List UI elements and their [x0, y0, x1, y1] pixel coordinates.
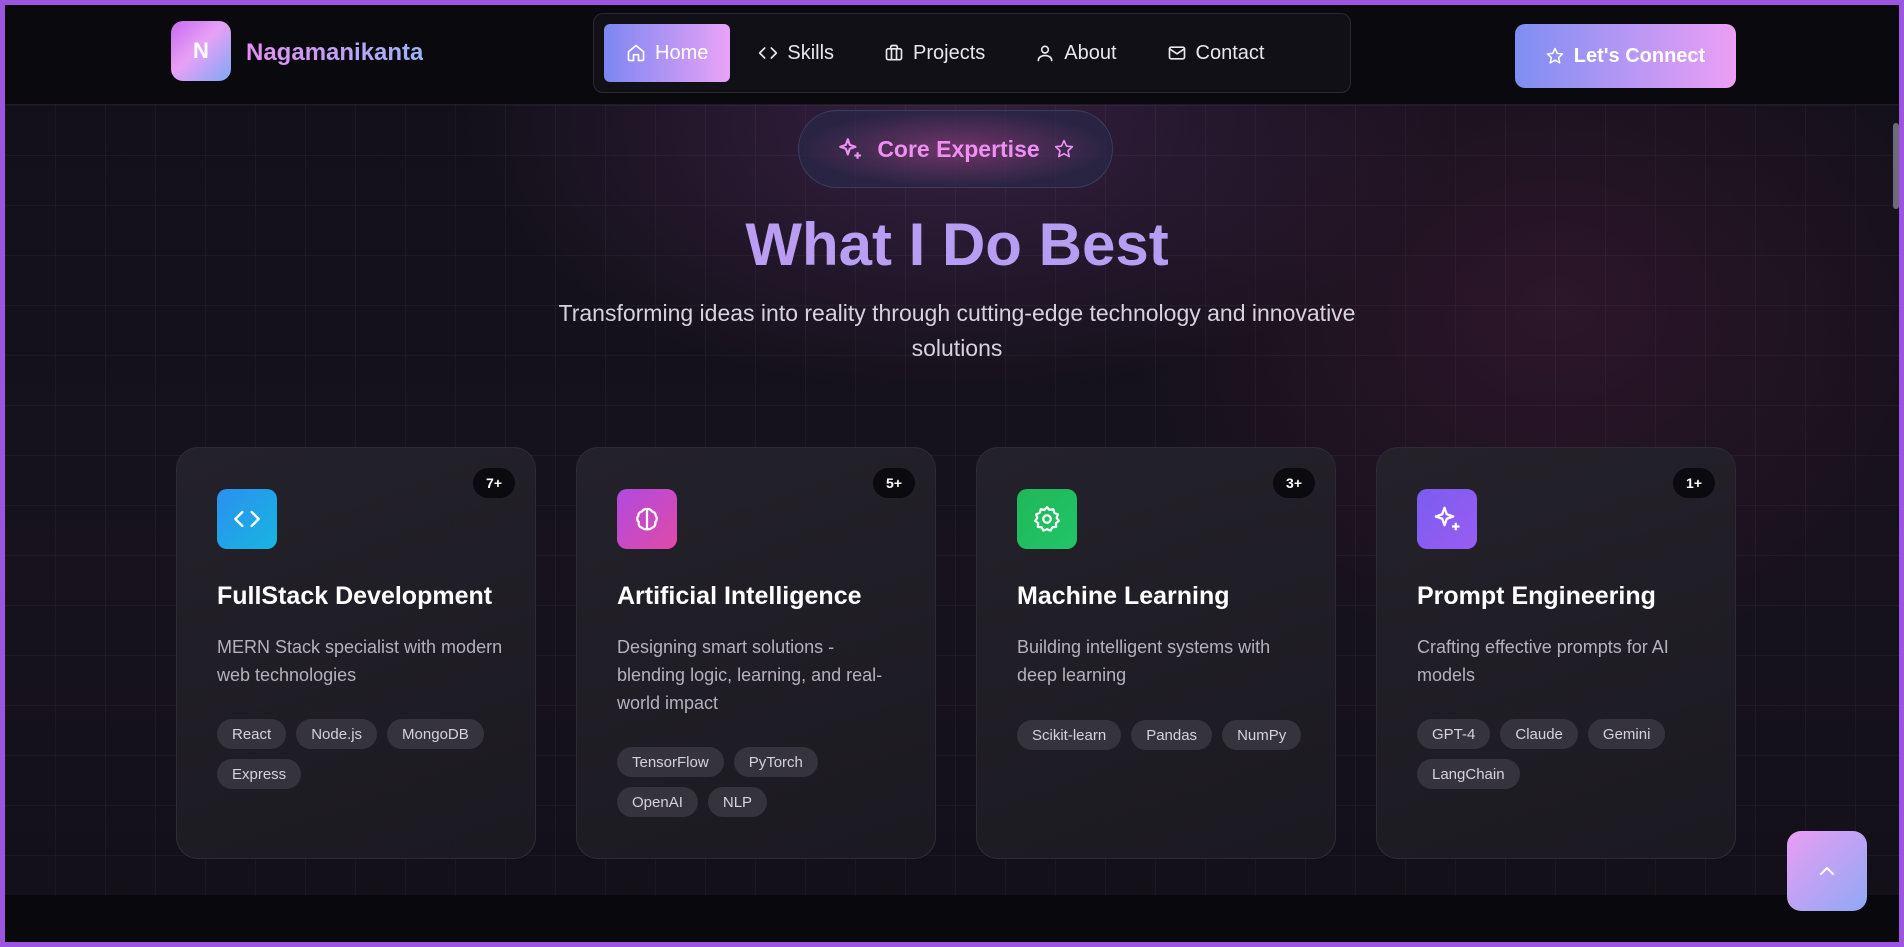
- card-description: Designing smart solutions - blending log…: [617, 637, 883, 713]
- tag: TensorFlow: [617, 747, 724, 777]
- star-icon: [1054, 139, 1073, 158]
- tag: MongoDB: [387, 719, 484, 749]
- main-nav: Home Skills Projects About Contact: [593, 13, 1351, 93]
- nav-item-skills[interactable]: Skills: [736, 24, 856, 82]
- brain-icon: [636, 507, 658, 531]
- card-title: Machine Learning: [1017, 582, 1230, 610]
- briefcase-icon: [885, 44, 903, 61]
- nav-item-home[interactable]: Home: [604, 24, 731, 82]
- nav-item-label: Projects: [913, 41, 986, 64]
- nav-item-about[interactable]: About: [1013, 24, 1138, 82]
- tag: PyTorch: [733, 747, 818, 777]
- core-expertise-badge: Core Expertise: [798, 110, 1113, 188]
- scroll-to-top-button[interactable]: [1787, 831, 1867, 911]
- tag: NumPy: [1222, 720, 1302, 750]
- card-icon-box: [1417, 489, 1477, 549]
- brand-name[interactable]: Nagamanikanta: [246, 39, 423, 67]
- section-title: What I Do Best: [5, 210, 1899, 279]
- user-icon: [1037, 45, 1053, 62]
- tag: NLP: [707, 787, 768, 817]
- code-icon: [234, 510, 260, 528]
- nav-item-label: About: [1064, 41, 1117, 64]
- page-scrollbar[interactable]: [1893, 123, 1899, 209]
- card-title: Prompt Engineering: [1417, 582, 1656, 610]
- tag: GPT-4: [1417, 719, 1491, 749]
- card-icon-box: [217, 489, 277, 549]
- cta-label: Let's Connect: [1573, 44, 1706, 67]
- skill-card-ml[interactable]: 3+ Machine Learning Building intelligent…: [976, 447, 1336, 859]
- tag-list: Scikit-learn Pandas NumPy: [1017, 720, 1307, 750]
- mail-icon: [1168, 46, 1185, 60]
- nav-item-projects[interactable]: Projects: [862, 24, 1007, 82]
- card-description: Crafting effective prompts for AI models: [1417, 637, 1669, 685]
- page-frame: N Nagamanikanta Home Skills Projects Abo…: [0, 0, 1904, 947]
- tag: OpenAI: [617, 787, 698, 817]
- experience-count-badge: 3+: [1273, 468, 1315, 498]
- code-icon: [759, 47, 778, 59]
- footer-strip: [5, 895, 1899, 942]
- nav-item-label: Skills: [787, 41, 835, 64]
- section-subtitle: Transforming ideas into reality through …: [558, 300, 1356, 361]
- experience-count-badge: 5+: [873, 468, 915, 498]
- nav-item-label: Home: [655, 41, 709, 64]
- experience-count-badge: 7+: [473, 468, 515, 498]
- gear-icon: [1034, 506, 1060, 532]
- skill-card-ai[interactable]: 5+ Artificial Intelligence Designing sma…: [576, 447, 936, 859]
- card-description: MERN Stack specialist with modern web te…: [217, 637, 503, 685]
- experience-count-badge: 1+: [1673, 468, 1715, 498]
- logo-badge[interactable]: N: [171, 21, 231, 81]
- sparkles-icon: [839, 138, 862, 159]
- skill-card-fullstack[interactable]: 7+ FullStack Development MERN Stack spec…: [176, 447, 536, 859]
- tag: Pandas: [1131, 720, 1213, 750]
- tag-list: TensorFlow PyTorch OpenAI NLP: [617, 747, 907, 817]
- card-icon-box: [617, 489, 677, 549]
- home-icon: [627, 44, 645, 62]
- nav-item-label: Contact: [1195, 41, 1265, 64]
- badge-label: Core Expertise: [877, 135, 1040, 162]
- sparkles-icon: [1434, 506, 1460, 531]
- tag: Node.js: [296, 719, 378, 749]
- card-description: Building intelligent systems with deep l…: [1017, 637, 1271, 685]
- tag: Claude: [1500, 719, 1578, 749]
- tag-list: React Node.js MongoDB Express: [217, 719, 507, 789]
- tag: React: [217, 719, 287, 749]
- card-icon-box: [1017, 489, 1077, 549]
- tag: LangChain: [1417, 759, 1520, 789]
- nav-item-contact[interactable]: Contact: [1145, 24, 1287, 82]
- card-title: Artificial Intelligence: [617, 582, 862, 610]
- skill-card-prompt-engineering[interactable]: 1+ Prompt Engineering Crafting effective…: [1376, 447, 1736, 859]
- logo-initial: N: [193, 38, 209, 63]
- card-title: FullStack Development: [217, 582, 493, 610]
- star-icon: [1546, 47, 1564, 64]
- site-header: N Nagamanikanta Home Skills Projects Abo…: [5, 5, 1899, 105]
- chevron-up-icon: [1820, 867, 1834, 875]
- tag: Scikit-learn: [1017, 720, 1122, 750]
- tag: Gemini: [1587, 719, 1666, 749]
- lets-connect-button[interactable]: Let's Connect: [1515, 24, 1736, 88]
- tag-list: GPT-4 Claude Gemini LangChain: [1417, 719, 1707, 789]
- tag: Express: [217, 759, 302, 789]
